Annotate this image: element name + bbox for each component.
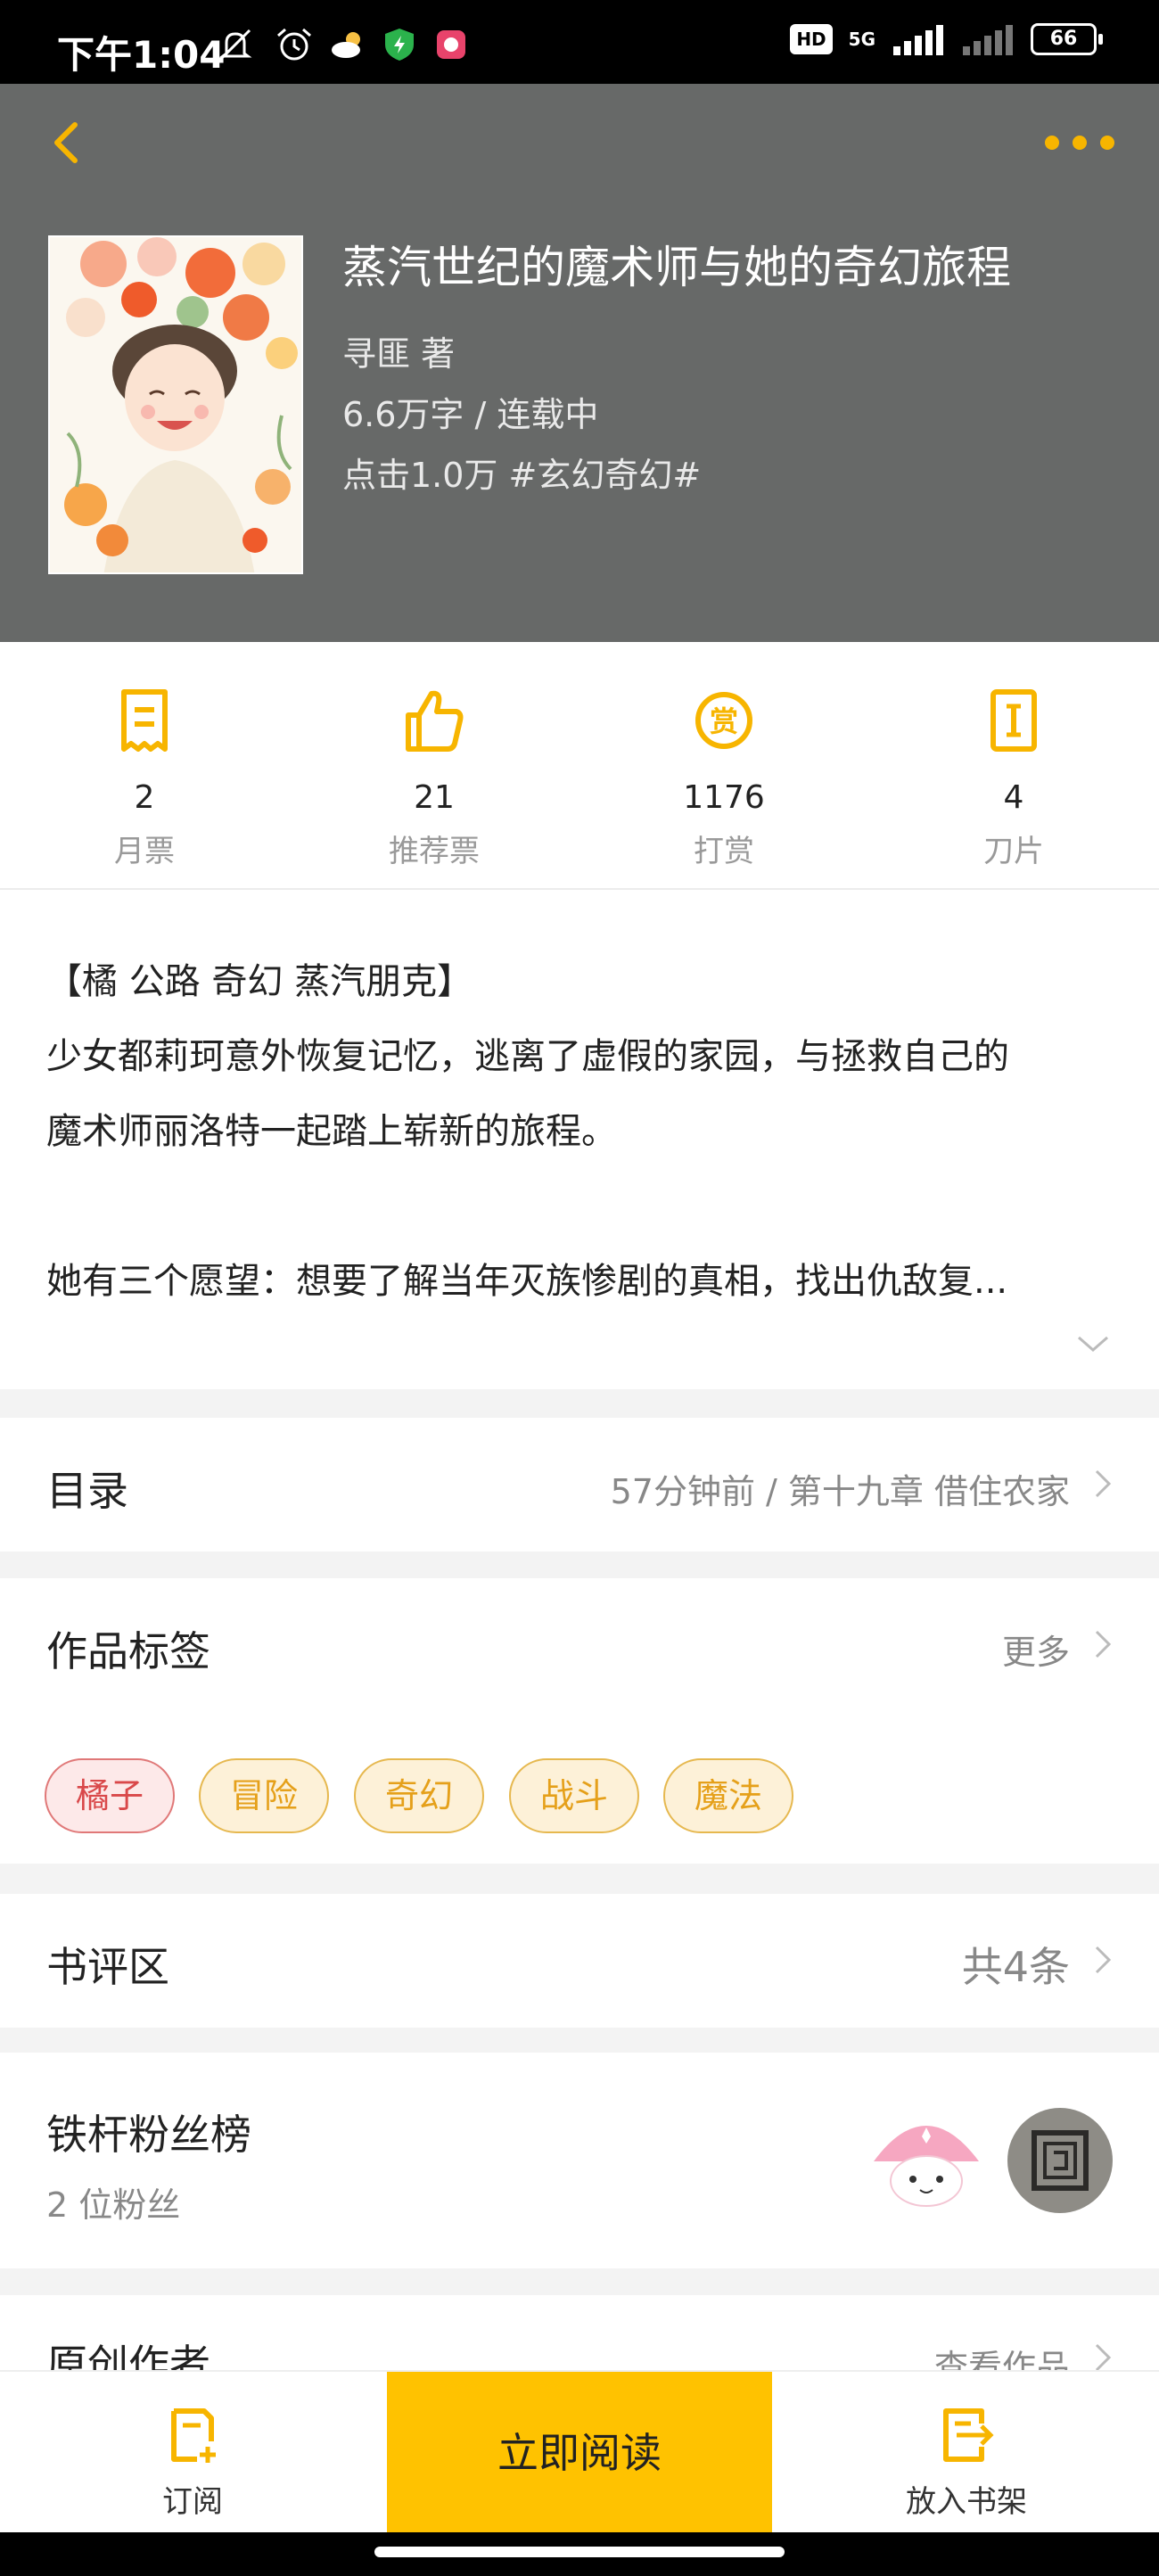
status-bar: 下午1:04 HD 5G 66 (0, 0, 1159, 84)
mute-bell-icon (218, 29, 252, 61)
synopsis-text: 少女都莉珂意外恢复记忆，逃离了虚假的家园，与拯救自己的 (46, 1036, 1009, 1077)
stat-reward[interactable]: 赏 1176 打赏 (612, 687, 835, 870)
stat-value: 4 (1003, 779, 1024, 816)
stat-recommend-ticket[interactable]: 21 推荐票 (323, 687, 546, 870)
reviews-title: 书评区 (46, 1943, 169, 1991)
subscribe-icon (171, 2408, 216, 2463)
tag-chip[interactable]: 冒险 (199, 1758, 329, 1833)
network-type: 5G (848, 29, 875, 50)
table-of-contents-row[interactable]: 目录 57分钟前 / 第十九章 借住农家 (0, 1418, 1159, 1551)
subscribe-label: 订阅 (162, 2484, 223, 2520)
stat-blade[interactable]: 4 刀片 (902, 687, 1125, 870)
tags-section-title: 作品标签 (46, 1627, 210, 1675)
reward-coin-icon: 赏 (695, 692, 752, 749)
signal-icon (893, 25, 943, 55)
back-arrow-icon[interactable] (41, 116, 95, 169)
weather-cloud-icon (332, 32, 360, 58)
thumbs-up-icon (406, 690, 464, 752)
ticket-icon (121, 689, 168, 752)
stat-value: 2 (134, 779, 155, 816)
status-time: 下午1:04 (57, 33, 226, 77)
book-word-count-status: 6.6万字 / 连载中 (342, 395, 599, 434)
bottom-action-bar: 订阅 立即阅读 放入书架 (0, 2370, 1159, 2534)
fans-title: 铁杆粉丝榜 (46, 2111, 251, 2159)
chevron-right-icon[interactable] (1091, 1626, 1114, 1662)
book-title: 蒸汽世纪的魔术师与她的奇幻旅程 (342, 242, 1011, 293)
add-to-shelf-button[interactable]: 放入书架 (774, 2372, 1159, 2534)
fans-count: 2 位粉丝 (46, 2185, 181, 2225)
tags-more-link[interactable]: 更多 (1002, 1625, 1070, 1674)
avatar[interactable] (874, 2108, 979, 2213)
chevron-down-icon[interactable] (1075, 1330, 1111, 1357)
stat-label: 刀片 (983, 834, 1044, 869)
book-author[interactable]: 寻匪 著 (342, 326, 455, 375)
add-to-shelf-icon (943, 2408, 994, 2462)
tag-chip[interactable]: 魔法 (663, 1758, 793, 1833)
stat-value: 1176 (683, 779, 765, 816)
stat-label: 打赏 (694, 834, 754, 869)
add-to-shelf-label: 放入书架 (906, 2484, 1027, 2520)
shield-icon (385, 29, 414, 61)
subscribe-button[interactable]: 订阅 (0, 2372, 385, 2534)
chevron-right-icon (1095, 1946, 1112, 1974)
synopsis-text: 她有三个愿望：想要了解当年灭族惨剧的真相，找出仇敌复... (46, 1261, 1008, 1302)
battery-indicator: 66 (1031, 23, 1103, 55)
stat-value: 21 (414, 779, 455, 816)
stat-monthly-ticket[interactable]: 2 月票 (33, 687, 256, 870)
more-options-icon[interactable] (1045, 136, 1114, 153)
stat-label: 月票 (114, 834, 175, 869)
book-synopsis[interactable]: 【橘 公路 奇幻 蒸汽朋克】 少女都莉珂意外恢复记忆，逃离了虚假的家园，与拯救自… (0, 890, 1159, 1389)
synopsis-text: 魔术师丽洛特一起踏上崭新的旅程。 (46, 1111, 617, 1152)
app-notification-icon (437, 30, 465, 59)
toc-latest-chapter: 57分钟前 / 第十九章 借住农家 (610, 1472, 1070, 1511)
signal-weak-icon (963, 25, 1013, 55)
book-stats: 2 月票 21 推荐票 赏 1176 打赏 4 刀片 (0, 642, 1159, 890)
svg-text:赏: 赏 (710, 704, 738, 738)
book-cover[interactable] (48, 235, 303, 574)
book-header: 蒸汽世纪的魔术师与她的奇幻旅程 寻匪 著 6.6万字 / 连载中 点击1.0万 … (0, 84, 1159, 642)
reviews-count: 共4条 (961, 1943, 1070, 1991)
tag-chip[interactable]: 奇幻 (354, 1758, 484, 1833)
tag-chip[interactable]: 战斗 (509, 1758, 639, 1833)
hd-badge: HD (790, 24, 833, 54)
blade-card-icon (990, 689, 1037, 752)
synopsis-tags-line: 【橘 公路 奇幻 蒸汽朋克】 (46, 961, 473, 1002)
toc-title: 目录 (46, 1467, 128, 1515)
fans-ranking-row[interactable]: 铁杆粉丝榜 2 位粉丝 (0, 2053, 1159, 2268)
tag-chip[interactable]: 橘子 (45, 1758, 175, 1833)
book-reviews-row[interactable]: 书评区 共4条 (0, 1894, 1159, 2028)
book-clicks-genre: 点击1.0万 #玄幻奇幻# (342, 456, 702, 495)
chevron-right-icon (1095, 1469, 1112, 1498)
home-indicator[interactable] (374, 2547, 785, 2557)
avatar[interactable] (1007, 2108, 1113, 2213)
stat-label: 推荐票 (389, 834, 480, 869)
alarm-icon (277, 28, 311, 61)
read-now-button[interactable]: 立即阅读 (387, 2372, 772, 2534)
